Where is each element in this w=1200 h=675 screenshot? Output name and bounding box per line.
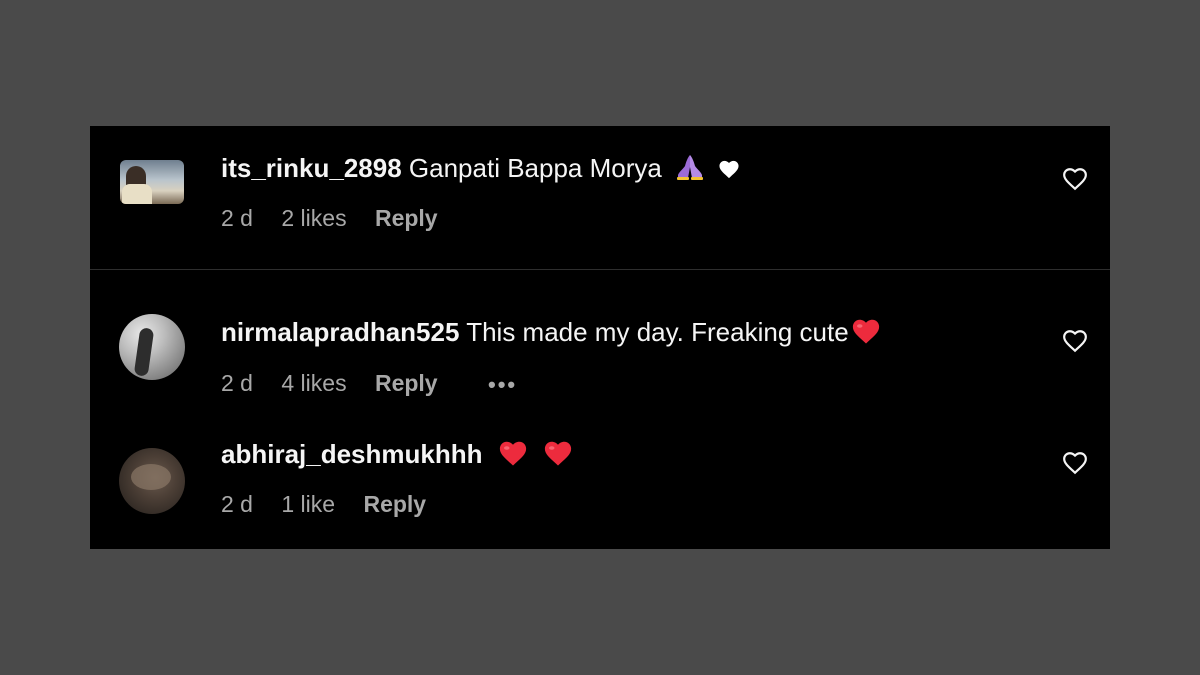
- avatar[interactable]: [119, 448, 185, 514]
- more-options-button[interactable]: •••: [488, 371, 517, 399]
- comment-username[interactable]: nirmalapradhan525: [221, 317, 459, 347]
- like-button[interactable]: [1060, 326, 1090, 356]
- heart-outline-icon: [1063, 168, 1087, 191]
- red-heart-emoji: [498, 439, 528, 474]
- reply-button[interactable]: Reply: [375, 369, 438, 397]
- heart-outline-icon: [1063, 330, 1087, 353]
- like-button[interactable]: [1060, 164, 1090, 194]
- comment-text: This made my day. Freaking cute: [466, 317, 849, 347]
- comment-time[interactable]: 2 d: [221, 490, 253, 518]
- comment-time[interactable]: 2 d: [221, 369, 253, 397]
- comment-item: nirmalapradhan525 This made my day. Frea…: [90, 270, 1110, 410]
- comment-time[interactable]: 2 d: [221, 204, 253, 232]
- comment-meta: 2 d 4 likes Reply •••: [221, 369, 539, 399]
- comment-line: abhiraj_deshmukhhh: [221, 438, 573, 474]
- white-heart-emoji: [718, 154, 740, 186]
- comment-text: Ganpati Bappa Morya: [408, 153, 662, 183]
- comment-line: its_rinku_2898 Ganpati Bappa Morya: [221, 152, 740, 188]
- red-heart-emoji: [543, 439, 573, 474]
- reply-button[interactable]: Reply: [375, 204, 438, 232]
- red-heart-emoji: [851, 317, 881, 352]
- comment-username[interactable]: abhiraj_deshmukhhh: [221, 439, 483, 469]
- like-button[interactable]: [1060, 448, 1090, 478]
- avatar[interactable]: [119, 314, 185, 380]
- heart-outline-icon: [1063, 452, 1087, 475]
- comment-likes[interactable]: 2 likes: [281, 204, 346, 232]
- folded-hands-emoji: [675, 153, 705, 188]
- comment-line: nirmalapradhan525 This made my day. Frea…: [221, 316, 881, 352]
- comment-item: its_rinku_2898 Ganpati Bappa Morya 2 d 2…: [90, 126, 1110, 269]
- avatar[interactable]: [120, 160, 184, 204]
- comment-item: abhiraj_deshmukhhh 2 d 1 like Reply: [90, 410, 1110, 549]
- comment-likes[interactable]: 4 likes: [281, 369, 346, 397]
- comment-username[interactable]: its_rinku_2898: [221, 153, 402, 183]
- comment-meta: 2 d 1 like Reply: [221, 490, 448, 518]
- reply-button[interactable]: Reply: [363, 490, 426, 518]
- comment-meta: 2 d 2 likes Reply: [221, 204, 460, 232]
- comments-panel: its_rinku_2898 Ganpati Bappa Morya 2 d 2…: [90, 126, 1110, 549]
- comment-likes[interactable]: 1 like: [281, 490, 335, 518]
